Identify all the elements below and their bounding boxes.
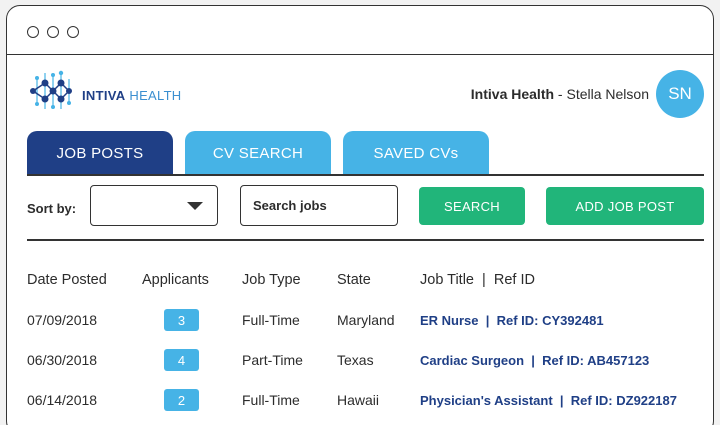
user-name: Stella Nelson xyxy=(566,86,650,102)
job-title-link[interactable]: Physician's Assistant | Ref ID: DZ922187 xyxy=(420,393,677,408)
tab-saved-cvs[interactable]: SAVED CVs xyxy=(343,131,489,175)
user-separator: - xyxy=(554,86,567,102)
row-date: 06/30/2018 xyxy=(27,352,98,368)
user-info: Intiva Health - Stella Nelson xyxy=(471,86,649,102)
sort-label: Sort by: xyxy=(27,201,77,216)
window-titlebar xyxy=(7,6,713,55)
header-job-type: Job Type xyxy=(242,272,301,288)
brand-name-bold: INTIVA xyxy=(82,88,126,103)
tab-divider xyxy=(27,174,704,176)
header-job-title-ref: Job Title | Ref ID xyxy=(420,272,535,288)
window-minimize-dot[interactable] xyxy=(47,26,59,38)
row-job-type: Part-Time xyxy=(242,352,303,368)
brand-name-light: HEALTH xyxy=(129,88,182,103)
window-close-dot[interactable] xyxy=(27,26,39,38)
chevron-down-icon xyxy=(187,202,203,210)
row-state: Texas xyxy=(337,352,374,368)
tab-job-posts[interactable]: JOB POSTS xyxy=(27,131,173,175)
header-date-posted: Date Posted xyxy=(27,272,107,288)
applicants-badge[interactable]: 4 xyxy=(164,349,199,371)
intiva-logo-icon xyxy=(30,70,72,109)
row-job-type: Full-Time xyxy=(242,392,300,408)
row-state: Maryland xyxy=(337,312,395,328)
job-title-link[interactable]: ER Nurse | Ref ID: CY392481 xyxy=(420,313,604,328)
sort-select[interactable] xyxy=(90,185,218,226)
applicants-badge[interactable]: 3 xyxy=(164,309,199,331)
tab-cv-search[interactable]: CV SEARCH xyxy=(185,131,331,175)
add-job-post-button[interactable]: ADD JOB POST xyxy=(546,187,704,225)
applicants-badge[interactable]: 2 xyxy=(164,389,199,411)
row-date: 07/09/2018 xyxy=(27,312,98,328)
header-applicants: Applicants xyxy=(142,272,209,288)
header-state: State xyxy=(337,272,371,288)
app-window: INTIVA HEALTH Intiva Health - Stella Nel… xyxy=(6,5,714,425)
row-state: Hawaii xyxy=(337,392,380,408)
user-org: Intiva Health xyxy=(470,86,555,102)
job-title-link[interactable]: Cardiac Surgeon | Ref ID: AB457123 xyxy=(420,353,649,368)
toolbar-divider xyxy=(27,239,704,241)
search-button[interactable]: SEARCH xyxy=(419,187,525,225)
brand-name: INTIVA HEALTH xyxy=(82,88,182,103)
row-date: 06/14/2018 xyxy=(27,392,98,408)
row-job-type: Full-Time xyxy=(242,312,300,328)
avatar[interactable]: SN xyxy=(656,70,704,118)
window-maximize-dot[interactable] xyxy=(67,26,79,38)
search-input[interactable] xyxy=(240,185,398,226)
